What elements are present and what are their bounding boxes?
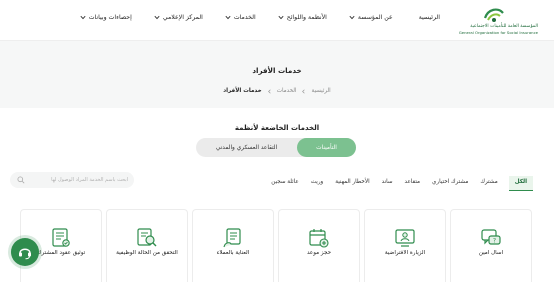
nav-home-label: الرئيسية [418, 14, 440, 21]
filter-subscriber[interactable]: مشترك [480, 179, 497, 189]
breadcrumb-services[interactable]: الخدمات [277, 88, 297, 94]
chat-support-button[interactable] [11, 238, 39, 266]
chevron-down-icon [278, 15, 284, 20]
nav-about-label: عن المؤسسة [357, 14, 393, 21]
video-call-icon [395, 229, 415, 247]
nav-statistics-label: إحصاءات وبيانات [88, 14, 132, 21]
toggle-insurance[interactable]: التأمينات [297, 138, 356, 157]
main-nav: الرئيسية عن المؤسسة الأنظمة واللوائح الخ… [58, 14, 440, 21]
filter-heir[interactable]: وريث [311, 179, 323, 189]
filter-optional-subscriber[interactable]: مشترك اختياري [432, 179, 468, 189]
nav-statistics[interactable]: إحصاءات وبيانات [80, 14, 132, 21]
chat-headset-icon [19, 248, 31, 260]
chevron-down-icon [154, 15, 160, 20]
breadcrumb: الرئيسية الخدمات خدمات الأفراد [0, 88, 554, 94]
nav-services-label: الخدمات [233, 14, 256, 21]
breadcrumb-home[interactable]: الرئيسية [311, 88, 330, 94]
service-card-ask-ameen[interactable]: ? اسأل أمين [450, 209, 532, 282]
nav-about[interactable]: عن المؤسسة [349, 14, 393, 21]
search-document-icon [137, 228, 157, 247]
service-card-customer-care[interactable]: العناية بالعملاء [192, 209, 274, 282]
nav-regulations-label: الأنظمة واللوائح [286, 14, 327, 21]
service-card-label: التحقق من الحالة الوظيفية [116, 250, 178, 256]
service-card-label: الزيارة الافتراضية [384, 250, 426, 256]
filter-all[interactable]: الكل [508, 176, 533, 191]
customer-care-icon [223, 228, 241, 248]
nav-media-center-label: المركز الإعلامي [162, 14, 203, 21]
service-card-label: حجز موعد [306, 250, 332, 256]
search-icon[interactable] [17, 176, 25, 184]
section-title: الخدمات الخاضعة لأنظمة [234, 124, 320, 132]
chevron-down-icon [225, 15, 231, 20]
svg-text:?: ? [493, 238, 496, 245]
page-title: خدمات الأفراد [252, 66, 302, 75]
gosi-logo[interactable]: المؤسسة العامة للتأمينات الاجتماعية Gene… [458, 5, 538, 37]
logo-text-english: General Organization for Social Insuranc… [458, 30, 538, 35]
filter-prisoner-family[interactable]: عائلة سجين [271, 179, 298, 189]
site-header: المؤسسة العامة للتأمينات الاجتماعية Gene… [0, 0, 554, 41]
chevron-down-icon [80, 15, 86, 20]
filter-occupational-hazards[interactable]: الأخطار المهنية [335, 179, 369, 189]
service-cards: ? اسأل أمين الزيارة الافتراضية حجز موعد … [0, 209, 554, 282]
chevron-left-icon [302, 89, 306, 93]
nav-media-center[interactable]: المركز الإعلامي [154, 14, 203, 21]
category-filters: الكل مشترك مشترك اختياري متقاعد ساند الأ… [259, 176, 533, 191]
service-card-label: اسأل أمين [478, 250, 504, 256]
service-card-book-appointment[interactable]: حجز موعد [278, 209, 360, 282]
calendar-add-icon [309, 229, 329, 248]
chat-question-icon: ? [481, 229, 501, 245]
nav-regulations[interactable]: الأنظمة واللوائح [278, 14, 327, 21]
toggle-retirement[interactable]: التقاعد العسكري والمدني [196, 138, 297, 157]
search-input[interactable] [28, 174, 128, 186]
nav-home[interactable]: الرئيسية [419, 14, 440, 21]
filter-retiree[interactable]: متقاعد [405, 179, 421, 189]
nav-services[interactable]: الخدمات [225, 14, 256, 21]
service-card-label: العناية بالعملاء [216, 250, 250, 256]
contract-icon [52, 228, 70, 247]
breadcrumb-current: خدمات الأفراد [223, 88, 262, 94]
chevron-down-icon [349, 15, 355, 20]
service-search [10, 172, 134, 188]
service-card-employment-status[interactable]: التحقق من الحالة الوظيفية [106, 209, 188, 282]
chevron-left-icon [267, 89, 271, 93]
filter-saned[interactable]: ساند [382, 179, 393, 189]
service-card-virtual-visit[interactable]: الزيارة الافتراضية [364, 209, 446, 282]
logo-emblem-icon [483, 8, 504, 22]
logo-text-arabic: المؤسسة العامة للتأمينات الاجتماعية [470, 24, 538, 29]
system-toggle: التأمينات التقاعد العسكري والمدني [196, 138, 356, 157]
